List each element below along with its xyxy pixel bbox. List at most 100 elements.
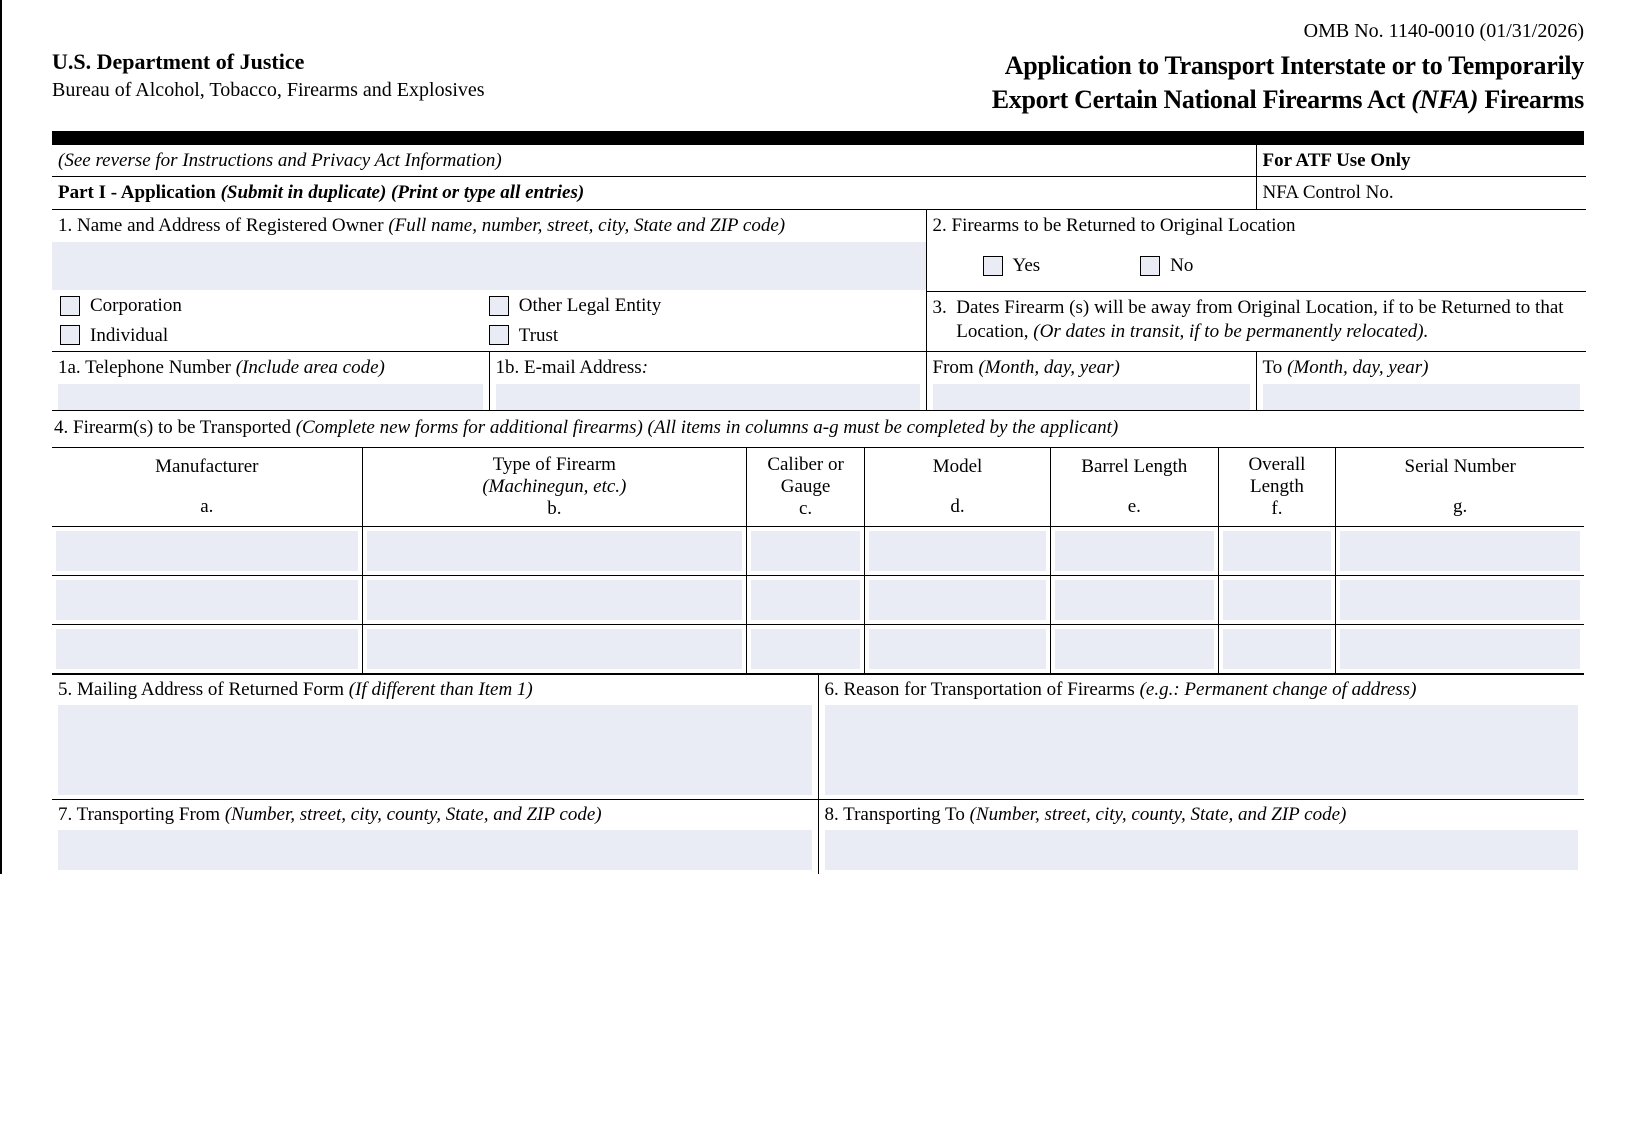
title-line1: Application to Transport Interstate or t… [1005,51,1584,80]
field-5-mailing: 5. Mailing Address of Returned Form (If … [52,675,819,799]
checkbox-yes[interactable] [983,256,1003,276]
field8-hint: (Number, street, city, county, State, an… [970,804,1347,825]
field-4-intro: 4. Firearm(s) to be Transported (Complet… [52,410,1584,441]
checkbox-no[interactable] [1140,256,1160,276]
field2-label: Firearms to be Returned to Original Loca… [952,215,1296,236]
cell-input[interactable] [367,531,743,571]
checkbox-other-legal-entity[interactable] [489,296,509,316]
atf-use-only-header: For ATF Use Only [1256,145,1586,177]
cell-input[interactable] [1055,531,1213,571]
field3-to-a: To [1263,357,1288,378]
instructions-note: (See reverse for Instructions and Privac… [52,145,1256,177]
field1b-input[interactable] [496,384,920,410]
nfa-control-cell: NFA Control No. [1256,177,1586,210]
cell-input[interactable] [56,629,358,669]
nfa-control-label: NFA Control No. [1263,182,1394,203]
field1b-colon: : [642,357,648,378]
title-line2a: Export Certain National Firearms Act [992,85,1412,114]
cell-input[interactable] [1223,629,1332,669]
field7-input[interactable] [58,830,812,870]
field-2-returned: 2. Firearms to be Returned to Original L… [926,210,1586,292]
firearms-table: Manufacturera. Type of Firearm(Machinegu… [52,447,1584,674]
cell-input[interactable] [1340,531,1580,571]
field5-num: 5. [58,679,77,700]
field8-input[interactable] [825,830,1579,870]
label-trust: Trust [519,324,558,348]
cell-input[interactable] [1055,580,1213,620]
cell-input[interactable] [56,580,358,620]
field2-num: 2. [933,215,952,236]
cell-input[interactable] [751,531,860,571]
checkbox-trust[interactable] [489,325,509,345]
field5-hint: (If different than Item 1) [349,679,533,700]
form-page: OMB No. 1140-0010 (01/31/2026) U.S. Depa… [0,0,1634,874]
title-line2b: (NFA) [1411,85,1478,114]
top-form-table: (See reverse for Instructions and Privac… [52,145,1586,411]
field8-label: Transporting To [843,804,969,825]
table-row [52,576,1584,625]
field1-label: Name and Address of Registered Owner [77,215,388,236]
cell-input[interactable] [1055,629,1213,669]
label-yes: Yes [1013,254,1041,278]
omb-number: OMB No. 1140-0010 (01/31/2026) [52,20,1584,43]
field4-hint: (Complete new forms for additional firea… [296,417,1119,438]
cell-input[interactable] [1223,531,1332,571]
cell-input[interactable] [1340,629,1580,669]
label-individual: Individual [90,324,168,348]
col-barrel: Barrel Lengthe. [1051,448,1218,527]
department: U.S. Department of Justice [52,49,485,75]
field7-num: 7. [58,804,77,825]
part1-label: Part I - Application [58,182,221,203]
field6-num: 6. [825,679,844,700]
field-8-to: 8. Transporting To (Number, street, city… [819,800,1585,874]
cell-input[interactable] [869,629,1046,669]
col-type: Type of Firearm(Machinegun, etc.)b. [362,448,747,527]
field-1-name-address: 1. Name and Address of Registered Owner … [52,210,926,352]
divider-bar [52,131,1584,145]
field5-label: Mailing Address of Returned Form [77,679,349,700]
row-5-6: 5. Mailing Address of Returned Form (If … [52,674,1584,799]
cell-input[interactable] [56,531,358,571]
field1a-input[interactable] [58,384,483,410]
cell-input[interactable] [869,531,1046,571]
cell-input[interactable] [367,629,743,669]
label-no: No [1170,254,1193,278]
field1-input[interactable] [52,242,926,290]
field4-label: Firearm(s) to be Transported [73,417,296,438]
table-row [52,527,1584,576]
field-6-reason: 6. Reason for Transportation of Firearms… [819,675,1585,799]
field6-input[interactable] [825,705,1579,795]
field1a-label: Telephone Number [85,357,236,378]
field-3-dates: 3. Dates Firearm (s) will be away from O… [926,291,1586,351]
col-manufacturer: Manufacturera. [52,448,362,527]
field-7-from: 7. Transporting From (Number, street, ci… [52,800,819,874]
form-title: Application to Transport Interstate or t… [992,49,1584,117]
part1-header: Part I - Application (Submit in duplicat… [52,177,1256,210]
field-1a-phone: 1a. Telephone Number (Include area code) [52,352,489,410]
field3-label-b: (Or dates in transit, if to be permanent… [1033,321,1428,342]
field4-num: 4. [54,417,73,438]
field1-num: 1. [58,215,77,236]
field-3-to: To (Month, day, year) [1256,352,1586,410]
field1b-label: E-mail Address [524,357,642,378]
field3-from-a: From [933,357,979,378]
label-corporation: Corporation [90,294,182,318]
field1a-hint: (Include area code) [236,357,385,378]
field-3-from: From (Month, day, year) [926,352,1256,410]
part1-hint: (Submit in duplicate) (Print or type all… [221,182,585,203]
field5-input[interactable] [58,705,812,795]
cell-input[interactable] [751,580,860,620]
col-serial: Serial Numberg. [1336,448,1584,527]
checkbox-corporation[interactable] [60,296,80,316]
bureau: Bureau of Alcohol, Tobacco, Firearms and… [52,79,485,102]
cell-input[interactable] [1340,580,1580,620]
field1b-num: 1b. [496,357,525,378]
field3-to-input[interactable] [1263,384,1581,410]
cell-input[interactable] [869,580,1046,620]
cell-input[interactable] [751,629,860,669]
checkbox-individual[interactable] [60,325,80,345]
field3-from-input[interactable] [933,384,1250,410]
cell-input[interactable] [1223,580,1332,620]
cell-input[interactable] [367,580,743,620]
field3-to-b: (Month, day, year) [1287,357,1428,378]
